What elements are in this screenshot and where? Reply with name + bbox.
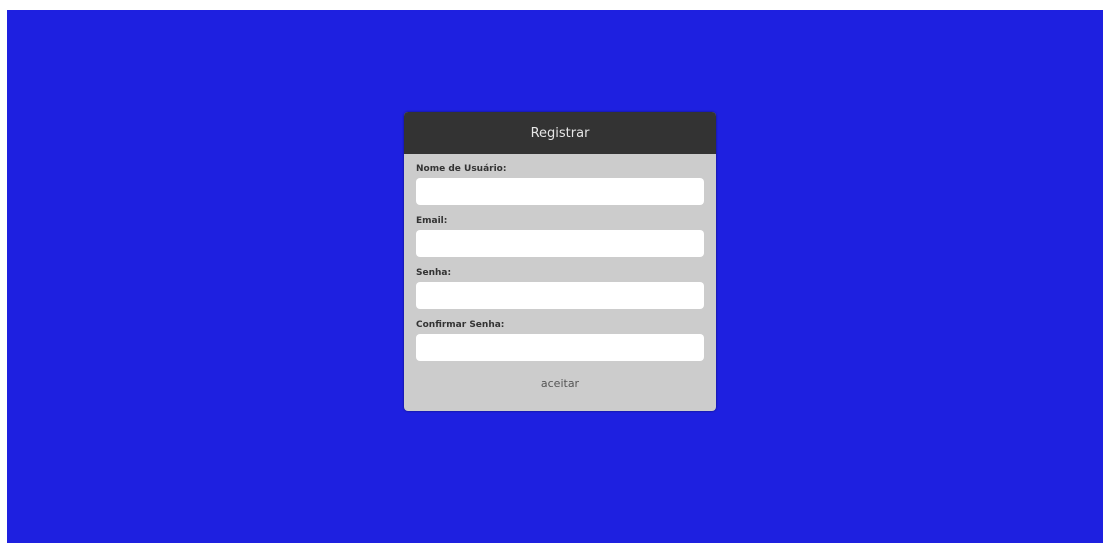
- password-label: Senha:: [416, 268, 452, 278]
- email-field-group: Email:: [416, 215, 704, 257]
- email-input[interactable]: [416, 230, 704, 257]
- username-input[interactable]: [416, 178, 704, 205]
- confirm-password-input[interactable]: [416, 334, 704, 361]
- confirm-password-label: Confirmar Senha:: [416, 320, 505, 330]
- register-form: Nome de Usuário: Email: Senha: Confirmar…: [404, 154, 716, 392]
- register-card: Registrar Nome de Usuário: Email: Senha:…: [404, 112, 716, 411]
- card-header: Registrar: [404, 112, 716, 154]
- password-field-group: Senha:: [416, 267, 704, 309]
- form-title: Registrar: [530, 125, 590, 141]
- username-label: Nome de Usuário:: [416, 164, 507, 174]
- password-input[interactable]: [416, 282, 704, 309]
- confirm-password-field-group: Confirmar Senha:: [416, 319, 704, 361]
- page-background: Registrar Nome de Usuário: Email: Senha:…: [7, 10, 1103, 543]
- username-field-group: Nome de Usuário:: [416, 163, 704, 205]
- submit-button[interactable]: aceitar: [535, 375, 585, 392]
- email-label: Email:: [416, 216, 448, 226]
